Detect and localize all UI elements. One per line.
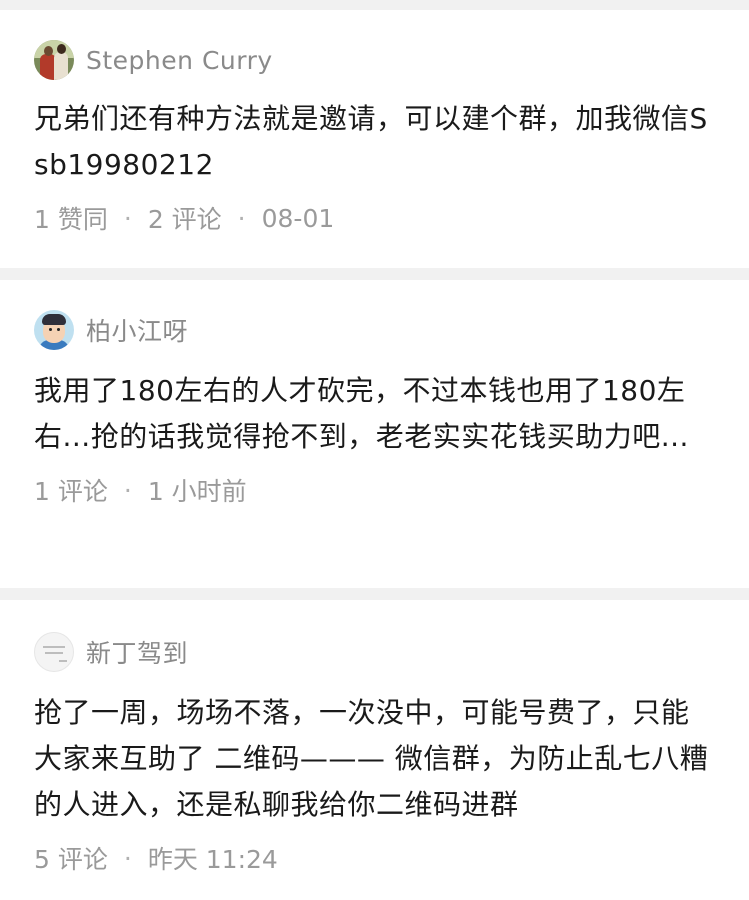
comment-time: 1 小时前 — [147, 477, 247, 506]
meta-separator: · — [123, 843, 132, 873]
author-name[interactable]: Stephen Curry — [86, 46, 273, 75]
meta-separator: · — [237, 203, 246, 233]
comment-card: 柏小江呀 我用了180左右的人才砍完，不过本钱也用了180左右...抢的话我觉得… — [0, 280, 749, 588]
comment-feed: Stephen Curry 兄弟们还有种方法就是邀请，可以建个群，加我微信Ssb… — [0, 0, 749, 900]
comment-meta: 1 评论 · 1 小时前 — [34, 472, 715, 508]
meta-separator: · — [123, 203, 132, 233]
comment-author-row[interactable]: 新丁驾到 — [34, 632, 715, 672]
user-avatar-icon[interactable] — [34, 632, 74, 672]
comment-count[interactable]: 2 评论 — [148, 200, 222, 236]
author-name[interactable]: 新丁驾到 — [86, 634, 188, 670]
author-name[interactable]: 柏小江呀 — [86, 312, 188, 348]
comment-content[interactable]: 我用了180左右的人才砍完，不过本钱也用了180左右...抢的话我觉得抢不到，老… — [34, 368, 714, 460]
user-avatar-icon[interactable] — [34, 40, 74, 80]
comment-time: 昨天 11:24 — [147, 845, 278, 874]
comment-card: 新丁驾到 抢了一周，场场不落，一次没中，可能号费了，只能大家来互助了 二维码——… — [0, 600, 749, 900]
comment-content[interactable]: 抢了一周，场场不落，一次没中，可能号费了，只能大家来互助了 二维码——— 微信群… — [34, 690, 714, 828]
comment-time: 08-01 — [261, 203, 335, 233]
comment-meta: 5 评论 · 昨天 11:24 — [34, 840, 715, 876]
comment-count[interactable]: 1 评论 — [34, 472, 108, 508]
user-avatar-icon[interactable] — [34, 310, 74, 350]
comment-author-row[interactable]: Stephen Curry — [34, 40, 715, 80]
comment-card: Stephen Curry 兄弟们还有种方法就是邀请，可以建个群，加我微信Ssb… — [0, 10, 749, 268]
comment-meta: 1 赞同 · 2 评论 · 08-01 — [34, 200, 715, 236]
comment-content[interactable]: 兄弟们还有种方法就是邀请，可以建个群，加我微信Ssb19980212 — [34, 96, 714, 188]
comment-count[interactable]: 5 评论 — [34, 840, 108, 876]
meta-separator: · — [123, 475, 132, 505]
like-count[interactable]: 1 赞同 — [34, 200, 108, 236]
comment-author-row[interactable]: 柏小江呀 — [34, 310, 715, 350]
